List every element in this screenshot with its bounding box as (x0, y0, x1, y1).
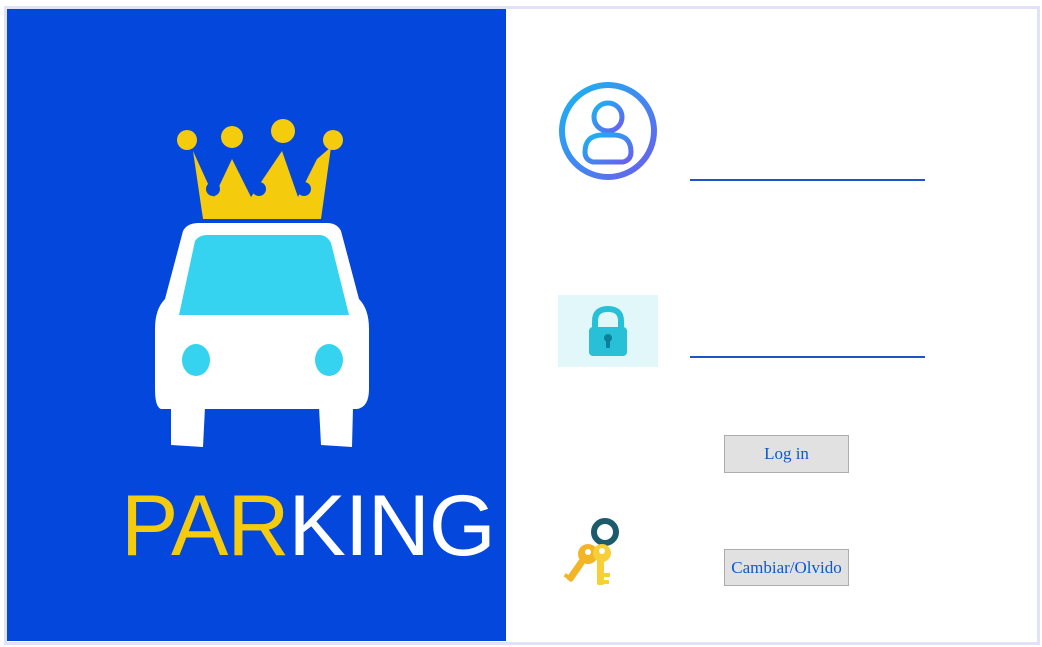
brand-panel: PARKING (7, 9, 506, 641)
user-icon (559, 82, 657, 180)
brand-title-part2: KING (288, 478, 495, 574)
username-input[interactable] (690, 157, 925, 181)
lock-icon (558, 295, 658, 367)
car-icon (155, 223, 369, 447)
brand-title-part1: PAR (121, 478, 289, 574)
change-forgot-password-button[interactable]: Cambiar/Olvido (724, 549, 849, 586)
brand-title: PARKING (121, 483, 496, 569)
crown-icon (177, 119, 343, 219)
keys-icon (563, 518, 619, 585)
password-input[interactable] (690, 334, 925, 358)
login-button[interactable]: Log in (724, 435, 849, 473)
